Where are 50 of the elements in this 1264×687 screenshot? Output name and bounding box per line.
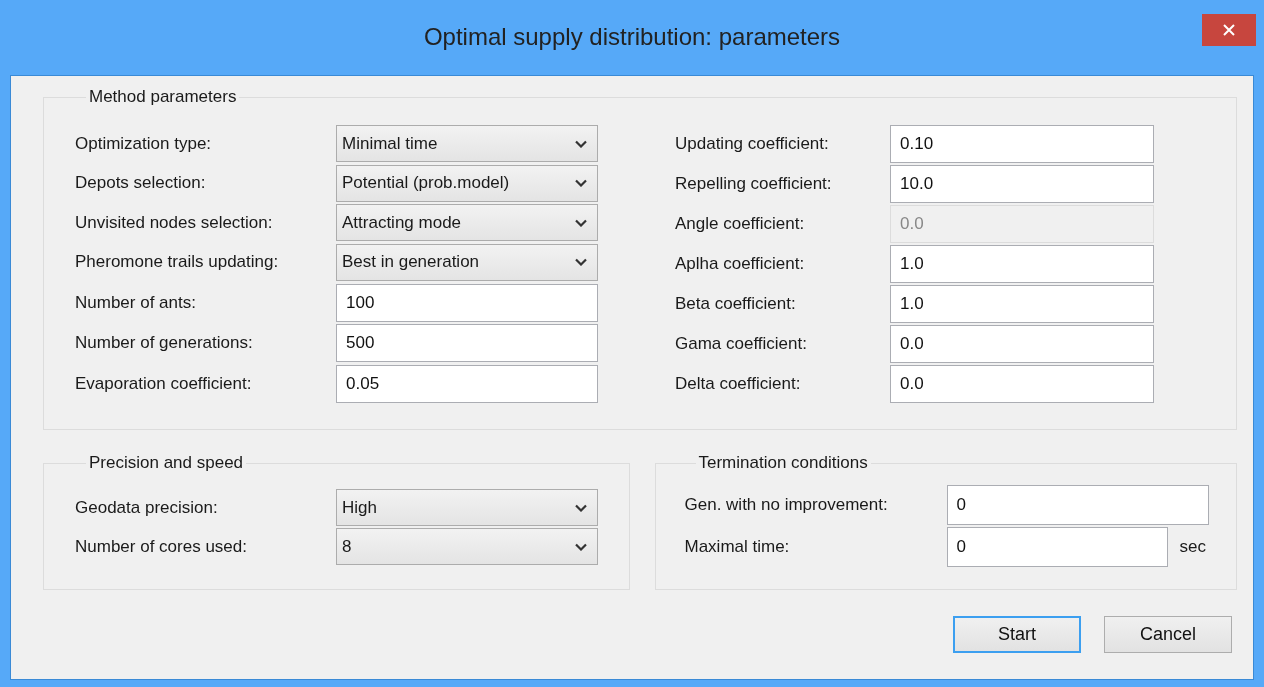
field-label: Gama coefficient: <box>675 334 808 354</box>
dropdown[interactable]: Minimal time <box>336 125 598 163</box>
field-label: Updating coefficient: <box>675 134 830 154</box>
chevron-icon <box>575 218 587 227</box>
field-label: Angle coefficient: <box>675 214 806 234</box>
dropdown[interactable]: Attracting mode <box>336 204 598 242</box>
text-field[interactable]: 1.0 <box>890 285 1154 323</box>
field-label: Gen. with no improvement: <box>684 495 889 515</box>
field-label: Evaporation coefficient: <box>75 373 253 394</box>
field-label: Number of generations: <box>75 333 254 354</box>
text-field[interactable]: 0 <box>946 485 1209 525</box>
text-field[interactable]: 0.10 <box>890 125 1154 163</box>
close-icon <box>1222 23 1236 37</box>
field-label: Aplha coefficient: <box>675 254 806 274</box>
text-field[interactable]: 10.0 <box>890 165 1154 203</box>
dropdown[interactable]: High <box>336 489 598 526</box>
field-label: Unvisited nodes selection: <box>75 212 274 233</box>
group-title: Method parameters <box>88 87 238 107</box>
field-label: Depots selection: <box>75 173 207 194</box>
group-title: Termination conditions <box>697 453 869 473</box>
field-label: Beta coefficient: <box>675 294 797 314</box>
field-label: Delta coefficient: <box>675 374 802 394</box>
dropdown[interactable]: Potential (prob.model) <box>336 164 598 202</box>
chevron-icon <box>575 258 587 267</box>
field-label: Number of cores used: <box>75 536 248 557</box>
text-field[interactable]: 0.0 <box>890 365 1154 403</box>
field-label: Maximal time: <box>684 537 791 557</box>
field-label: Repelling coefficient: <box>675 174 833 194</box>
start-button[interactable]: Start <box>953 616 1081 653</box>
text-field[interactable]: 0 <box>946 527 1168 567</box>
dropdown[interactable]: Best in generation <box>336 243 598 281</box>
text-field[interactable]: 100 <box>336 283 598 322</box>
chevron-icon <box>575 179 587 188</box>
close-button[interactable] <box>1202 14 1256 46</box>
text-field[interactable]: 0.0 <box>890 325 1154 363</box>
text-field[interactable]: 1.0 <box>890 245 1154 283</box>
group-title: Precision and speed <box>88 453 245 473</box>
chevron-icon <box>575 139 587 148</box>
text-field[interactable]: 0.05 <box>336 364 598 403</box>
cancel-button[interactable]: Cancel <box>1104 616 1232 653</box>
unit-label: sec <box>1179 537 1206 557</box>
chevron-icon <box>575 503 587 512</box>
field-label: Optimization type: <box>75 133 213 154</box>
dropdown[interactable]: 8 <box>336 528 598 565</box>
field-label: Geodata precision: <box>75 497 219 518</box>
field-label: Number of ants: <box>75 292 197 313</box>
field-label: Pheromone trails updating: <box>75 252 280 273</box>
window-title: Optimal supply distribution: parameters <box>423 22 841 51</box>
text-field[interactable]: 500 <box>336 324 598 363</box>
chevron-icon <box>575 542 587 551</box>
